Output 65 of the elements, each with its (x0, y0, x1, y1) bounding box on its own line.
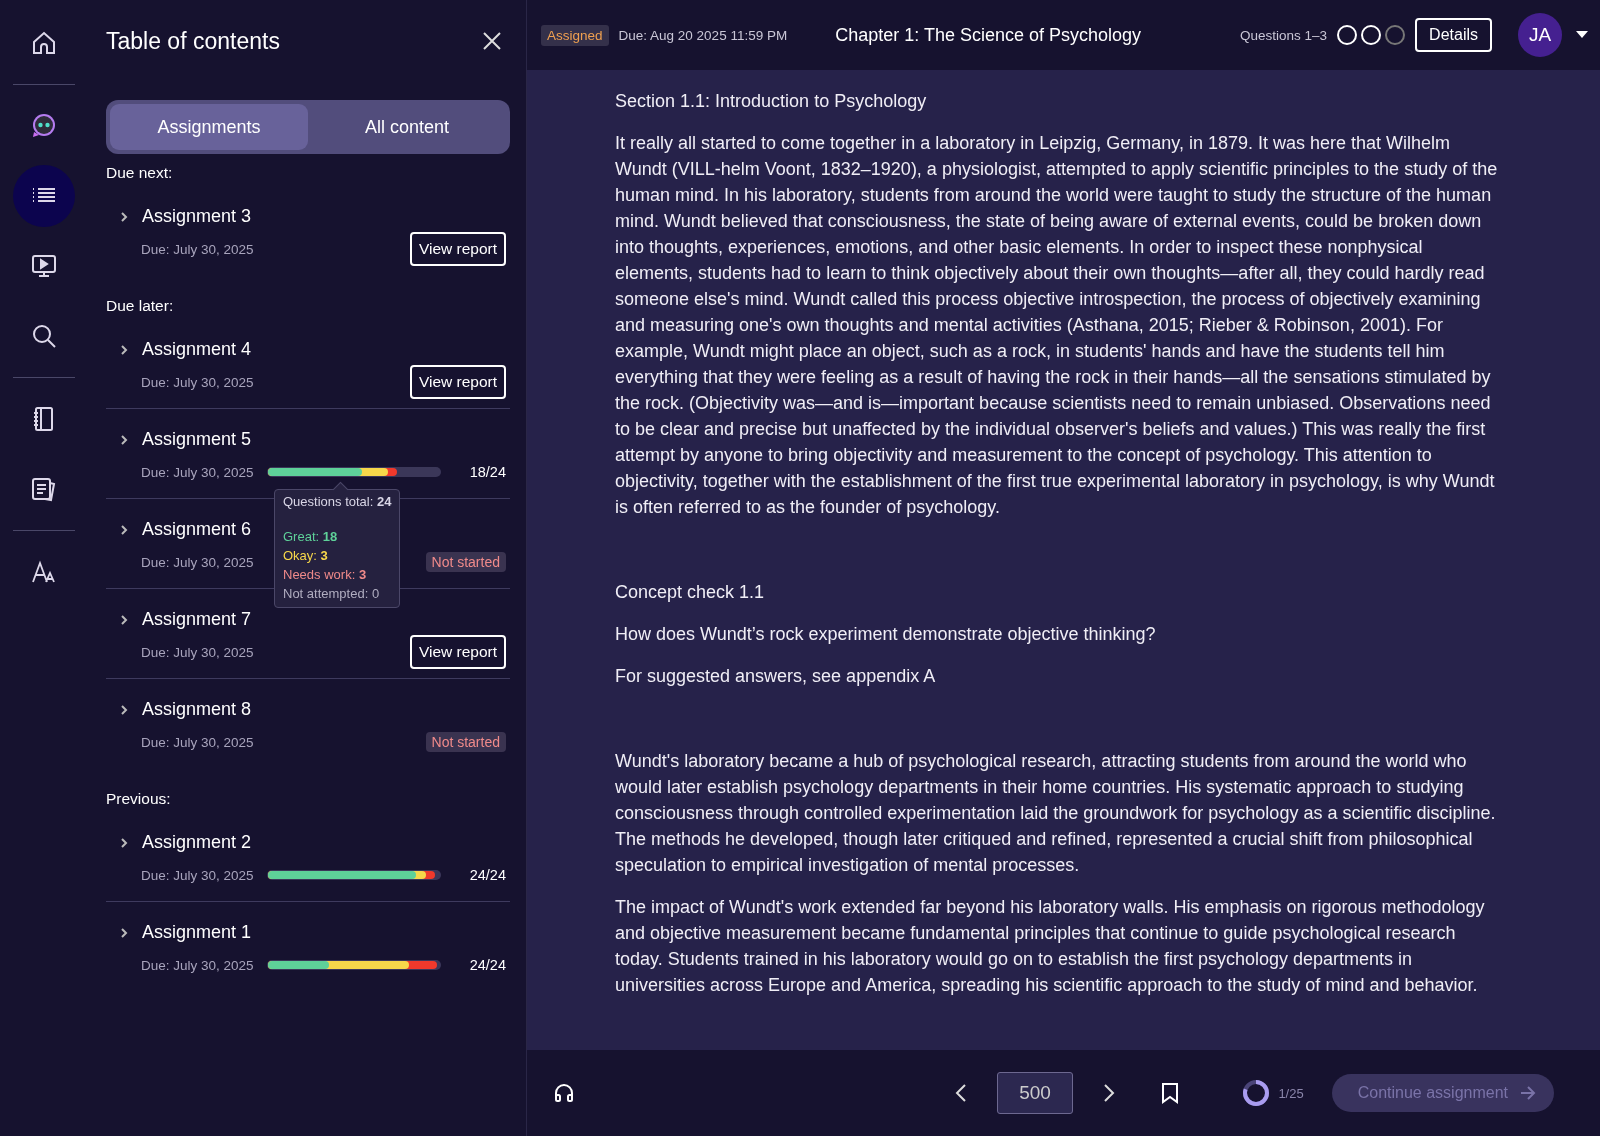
avatar[interactable]: JA (1518, 13, 1562, 57)
score: 18/24 (469, 464, 506, 480)
chevron-icon[interactable] (120, 433, 128, 446)
due-date: Due: July 30, 2025 (141, 554, 255, 570)
view-report-button[interactable]: View report (409, 635, 506, 669)
page-input[interactable]: 500 (997, 1072, 1073, 1114)
chapter-title: Chapter 1: The Science of Psychology (835, 24, 1141, 46)
due-date: Due: July 30, 2025 (141, 464, 255, 480)
assignment-title[interactable]: Assignment 3 (142, 206, 252, 227)
assignment-title[interactable]: Assignment 6 (142, 519, 252, 540)
paragraph: How does Wundt’s rock experiment demonstrate objective thinking? (615, 623, 1157, 646)
section-heading: Concept check 1.1 (615, 581, 766, 604)
assignment-title[interactable]: Assignment 2 (142, 832, 252, 853)
tooltip-text: Questions total: 24 (283, 494, 392, 509)
due-date: Due: July 30, 2025 (141, 957, 255, 973)
caret-icon[interactable] (1576, 31, 1588, 39)
arrow-icon (1520, 1086, 1536, 1100)
section-heading: Section 1.1: Introduction to Psychology (615, 90, 928, 113)
due-date: Due: July 30, 2025 (141, 734, 255, 750)
view-report-button[interactable]: View report (409, 365, 506, 399)
paragraph: For suggested answers, see appendix A (615, 665, 937, 688)
close-icon[interactable] (482, 31, 502, 51)
due-date: Due: July 30, 2025 (141, 867, 255, 883)
view-report-button[interactable]: View report (409, 232, 506, 266)
tooltip-text: Okay: 3 (283, 548, 329, 563)
paragraph: It really all started to come together in a laboratory in Leipzig, Germany, in 1879. It was here that Wilhelm Wundt (VILL-helm Voont, 1832–1920), a physiologist, attempted to apply scientific principles to the study of the human mind. In his laboratory, students from around the world were taught to study the structure of the human mind. Wundt believed that consciousness, the state of being aware of external events, could be broken down into thoughts, experiences, emotions, and other basic elements. In order to inspect these nonphysical elements, students had to learn to think objectively about their own thoughts—after all, they could hardly read someone else's mind. Wundt called this process objective introspection, the process of objectively examining and measuring one's own thoughts and mental activities (Asthana, 2015; Rieber & Robinson, 2001). For example, Wundt might place an object, such as a rock, in students' hands and have the students tell him everything that they were feeling as a result of having the rock in their hands—all the sensations stimulated by the rock. (Objectivity was—and is—important because scientists need to remain unbiased. Observations need to be clear and precise but unaffected by the individual observer's beliefs and values.) This was really the first attempt by anyone to bring objectivity and measurement to the concept of psychology. This attention to objectivity, together with the establishment of the first true experimental laboratory in psychology, is why Wundt is often referred to as the founder of psychology. (615, 132, 1499, 519)
status-badge: Assigned (541, 24, 609, 46)
chevron-icon[interactable] (120, 926, 128, 939)
tab[interactable]: Assignments (110, 104, 308, 150)
previous-icon[interactable] (955, 1083, 967, 1103)
panel-title: Table of contents (106, 27, 280, 55)
tooltip-text: Great: 18 (283, 529, 339, 544)
assignment-title[interactable]: Assignment 7 (142, 609, 252, 630)
status-badge: Not started (425, 552, 506, 572)
chevron-icon[interactable] (120, 703, 128, 716)
chevron-icon[interactable] (120, 613, 128, 626)
group-heading: Due later: (106, 297, 175, 315)
progress-label: 1/25 (1278, 1085, 1304, 1101)
due-date: Due: July 30, 2025 (141, 374, 255, 390)
assignment-title[interactable]: Assignment 5 (142, 429, 252, 450)
bookmark-icon[interactable] (1161, 1082, 1179, 1104)
group-heading: Due next: (106, 164, 174, 182)
paragraph: Wundt's laboratory became a hub of psychological research, attracting students from around the world who would later establish psychology departments in their home countries. His systematic approach to studying consciousness through controlled experimentation laid the groundwork for psychology as a scientific discipline. The methods he developed, though later critiqued and refined, represented a crucial shift from philosophical speculation to empirical investigation of mental processes. (615, 750, 1497, 877)
assignment-title[interactable]: Assignment 8 (142, 699, 252, 720)
tooltip-text: Needs work: 3 (283, 567, 368, 582)
status-badge: Not started (425, 732, 506, 752)
headphones-icon[interactable] (553, 1082, 575, 1104)
tooltip-text: Not attempted: 0 (283, 586, 381, 601)
chevron-icon[interactable] (120, 343, 128, 356)
group-heading: Previous: (106, 790, 172, 808)
chevron-icon[interactable] (120, 210, 128, 223)
chevron-icon[interactable] (120, 836, 128, 849)
paragraph: The impact of Wundt's work extended far beyond his laboratory walls. His emphasis on rigorous methodology and objective measurement became fundamental principles that continue to guide psychological research today. Students trained in his laboratory would go on to establish the first psychology departments in universities across Europe and America, spreading his scientific approach to the study of mind and behavior. (615, 896, 1486, 997)
assignment-title[interactable]: Assignment 4 (142, 339, 252, 360)
score: 24/24 (469, 957, 506, 973)
assignment-title[interactable]: Assignment 1 (142, 922, 252, 943)
score: 24/24 (469, 867, 506, 883)
due-date: Due: Aug 20 2025 11:59 PM (618, 27, 788, 43)
chevron-icon[interactable] (120, 523, 128, 536)
next-icon[interactable] (1103, 1083, 1115, 1103)
tab[interactable]: All content (308, 104, 506, 150)
details-button[interactable]: Details (1415, 18, 1492, 52)
due-date: Due: July 30, 2025 (141, 644, 255, 660)
questions-label: Questions 1–3 (1240, 27, 1328, 43)
due-date: Due: July 30, 2025 (141, 241, 255, 257)
